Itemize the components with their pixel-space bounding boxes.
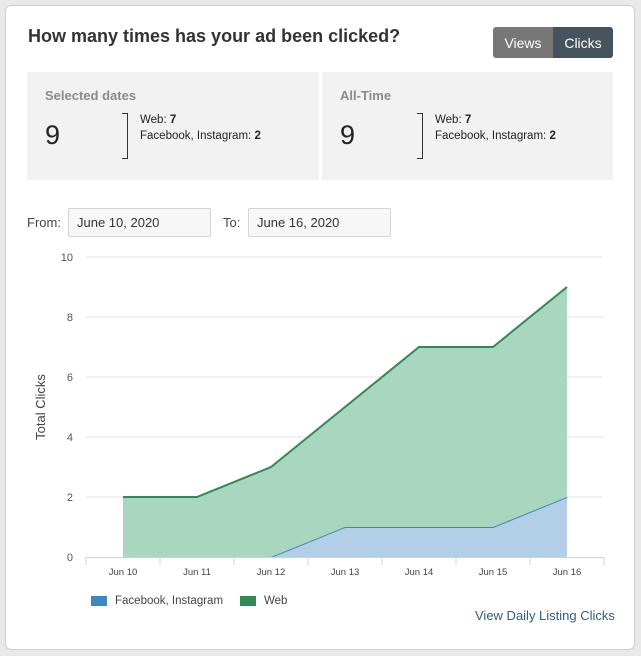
y-tick-label: 0 <box>67 552 73 564</box>
x-tick-label: Jun 15 <box>479 567 508 578</box>
y-tick-label: 4 <box>67 432 73 444</box>
x-tick-label: Jun 10 <box>109 567 138 578</box>
clicks-chart: 0 2 4 6 8 10 Jun 10 Jun 11 Jun 12 Jun 13 Jun 14 Jun… <box>33 252 605 578</box>
y-tick-label: 10 <box>61 252 73 264</box>
x-tick-label: Jun 13 <box>331 567 360 578</box>
legend-label: Web <box>264 595 288 607</box>
x-tick-label: Jun 16 <box>553 567 582 578</box>
y-axis-label: Total Clicks <box>33 374 48 440</box>
clicks-card: How many times has your ad been clicked?… <box>5 5 635 650</box>
area-web <box>123 287 567 557</box>
x-tick-label: Jun 12 <box>257 567 286 578</box>
y-tick-label: 6 <box>67 372 73 384</box>
legend-swatch <box>91 596 107 606</box>
y-tick-label: 8 <box>67 312 73 324</box>
legend-label: Facebook, Instagram <box>115 595 224 607</box>
view-daily-listing-clicks-link[interactable]: View Daily Listing Clicks <box>475 608 615 623</box>
legend-item-web[interactable]: Web <box>240 593 287 609</box>
y-tick-label: 2 <box>67 492 73 504</box>
legend-swatch <box>240 596 256 606</box>
legend-item-facebook-instagram[interactable]: Facebook, Instagram <box>91 593 223 609</box>
x-tick-label: Jun 11 <box>183 567 211 578</box>
x-tick-label: Jun 14 <box>405 567 434 578</box>
